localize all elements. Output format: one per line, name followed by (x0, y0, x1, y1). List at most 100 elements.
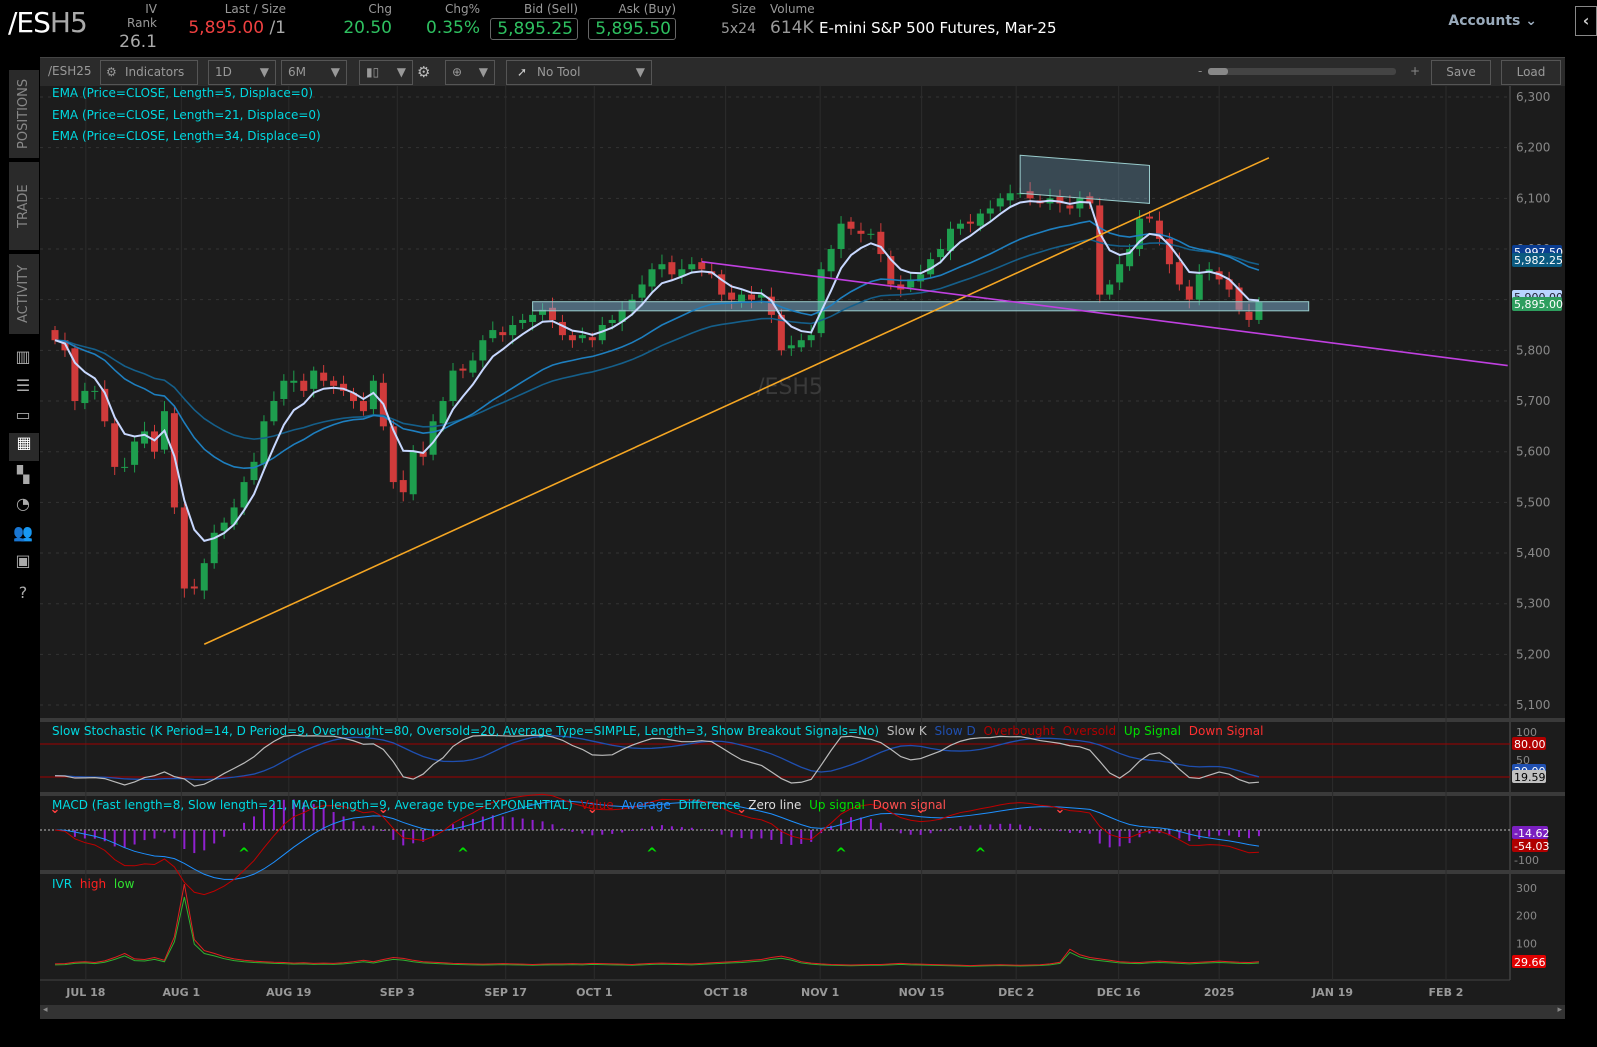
ivr-tick: 100 (1516, 937, 1537, 950)
legend-item: Zero line (744, 798, 802, 812)
list-icon[interactable]: ☰ (11, 376, 35, 398)
symbol[interactable]: /ESH5 (8, 6, 88, 39)
candle (837, 223, 845, 250)
gauge-icon: ⚙ (106, 65, 117, 79)
chart-symbol[interactable]: /ESH25 (48, 64, 92, 78)
time-tick: SEP 3 (380, 986, 415, 999)
collapse-panel-button[interactable]: ‹ (1575, 6, 1597, 36)
legend-item: Slow K (883, 724, 927, 738)
support-zone (532, 301, 1310, 312)
save-button[interactable]: Save (1431, 60, 1491, 85)
drawing-set-select[interactable]: ⊕ ▼ (445, 60, 495, 85)
indicators-button[interactable]: ⚙ Indicators (100, 60, 198, 85)
drawing-tool-select[interactable]: ➚ No Tool ▼ (506, 60, 652, 85)
tab-positions[interactable]: POSITIONS (9, 70, 39, 158)
slow-d-line (54, 735, 1260, 781)
candle (578, 335, 586, 339)
candle (976, 213, 984, 226)
candle (797, 340, 805, 348)
ema21-line (54, 220, 1260, 470)
zoom-slider-handle[interactable] (1208, 68, 1228, 75)
candle (1195, 274, 1203, 300)
candle (1175, 262, 1183, 285)
candle (1066, 205, 1074, 209)
clock-icon[interactable]: ◔ (11, 494, 35, 516)
candle (698, 262, 706, 270)
scroll-left-icon[interactable]: ◂ (43, 1005, 48, 1015)
chart-area[interactable]: 6,3006,2006,1006,0005,9005,8005,7005,600… (40, 86, 1565, 1006)
horizontal-scrollbar[interactable]: ◂ ▸ (40, 1005, 1565, 1019)
candle (200, 563, 208, 591)
candle (330, 380, 338, 386)
grid-icon[interactable]: ▚ (11, 465, 35, 487)
candle (240, 482, 248, 508)
tab-activity[interactable]: ACTIVITY (9, 254, 39, 334)
accounts-label: Accounts (1448, 13, 1521, 29)
ivr-high-line (54, 884, 1259, 967)
candle (857, 230, 865, 234)
zoom-in-button[interactable]: + (1410, 64, 1420, 78)
legend-item: Oversold (1058, 724, 1117, 738)
macd-title: MACD (Fast length=8, Slow length=21, MAC… (52, 798, 573, 812)
aggregation-select[interactable]: 1D ▼ (208, 60, 276, 85)
last-price: 5,895.00 (188, 18, 265, 38)
legend-item: Difference (674, 798, 741, 812)
zoom-out-button[interactable]: - (1198, 64, 1202, 78)
volume: Volume 614K E-mini S&P 500 Futures, Mar-2… (770, 2, 1057, 38)
legend-item: Average (617, 798, 671, 812)
candle (1185, 286, 1193, 300)
candle (479, 340, 487, 361)
help-icon[interactable]: ? (11, 583, 35, 605)
stoch-bubble-label: 19.59 (1514, 771, 1546, 784)
candle (141, 431, 149, 444)
candle (81, 390, 89, 404)
analysis-icon[interactable]: ▥ (11, 347, 35, 369)
tv-icon[interactable]: ▭ (11, 405, 35, 427)
chart-style-select[interactable]: ▮▯ ▼ (359, 60, 413, 85)
price-bubble-label: 5,895.00 (1514, 298, 1563, 311)
legend-item: low (110, 877, 135, 891)
chart-canvas[interactable]: 6,3006,2006,1006,0005,9005,8005,7005,600… (40, 86, 1565, 1006)
candle (638, 284, 646, 298)
time-tick: 2025 (1204, 986, 1235, 999)
candle (519, 319, 527, 323)
label: Chg (368, 2, 392, 16)
left-sidebar: POSITIONS TRADE ACTIVITY ▥ ☰ ▭ ▦ ▚ ◔ 👥 ▣… (0, 57, 39, 1047)
time-tick: FEB 2 (1429, 986, 1464, 999)
size: Size 5x24 (720, 2, 756, 37)
ask-button[interactable]: 5,895.50 (588, 18, 676, 40)
timeframe-select[interactable]: 6M ▼ (281, 60, 347, 85)
stoch-bubble-label: 80.00 (1514, 738, 1546, 751)
candle (250, 461, 258, 481)
bid[interactable]: Bid (Sell) 5,895.25 (490, 2, 578, 40)
price-tick: 5,600 (1516, 445, 1550, 459)
candle (817, 269, 825, 334)
calendar-icon[interactable]: ▣ (11, 551, 35, 573)
candle (449, 370, 457, 402)
tab-trade[interactable]: TRADE (9, 162, 39, 250)
bid-button[interactable]: 5,895.25 (490, 18, 578, 40)
scroll-right-icon[interactable]: ▸ (1557, 1005, 1562, 1015)
macd-legend: MACD (Fast length=8, Slow length=21, MAC… (52, 798, 946, 812)
candle (738, 294, 746, 302)
value: 0.35% (425, 18, 480, 38)
settings-gear-icon[interactable]: ⚙ (417, 63, 430, 81)
candle (280, 380, 288, 399)
accounts-dropdown[interactable]: Accounts ⌄ (1448, 13, 1537, 29)
load-button[interactable]: Load (1501, 60, 1561, 85)
stoch-legend: Slow Stochastic (K Period=14, D Period=9… (52, 724, 1263, 738)
candle (300, 380, 308, 391)
candle (51, 330, 59, 341)
chevron-down-icon: ⌄ (1525, 13, 1537, 29)
ask[interactable]: Ask (Buy) 5,895.50 (588, 2, 676, 40)
legend-item: Slow D (930, 724, 976, 738)
zoom-slider[interactable] (1208, 68, 1396, 75)
symbol-root: /ES (8, 6, 51, 39)
legend-item: Overbought (979, 724, 1055, 738)
timeframe-value: 6M (288, 65, 306, 79)
macd-up-signal-icon: ^ (835, 846, 847, 862)
ivr-tick: 200 (1516, 910, 1537, 923)
candle (1146, 216, 1153, 219)
community-icon[interactable]: 👥 (11, 523, 35, 545)
charts-icon[interactable]: ▦ (9, 433, 39, 461)
